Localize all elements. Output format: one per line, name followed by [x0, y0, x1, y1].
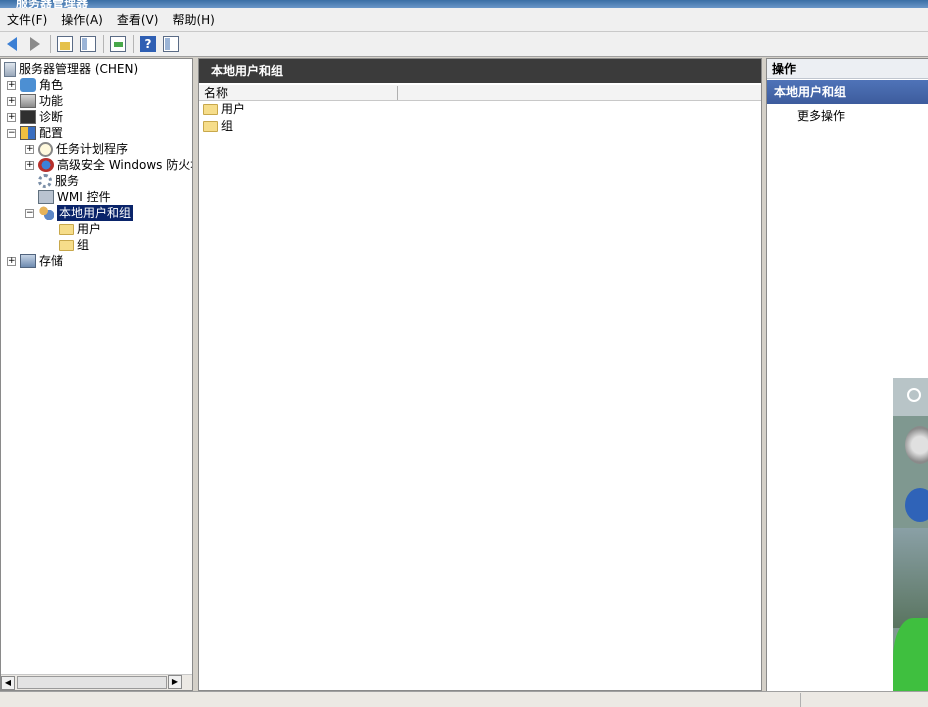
tree-item-label: 组	[77, 238, 90, 252]
expand-icon[interactable]: +	[7, 112, 16, 122]
help-button[interactable]: ?	[138, 34, 158, 54]
tree-item-label: 存储	[39, 254, 64, 268]
menu-view[interactable]: 查看(V)	[110, 9, 166, 31]
floating-widget[interactable]	[893, 378, 928, 707]
scroll-thumb[interactable]	[17, 676, 167, 689]
list-item[interactable]: 用户	[203, 101, 245, 118]
help-icon: ?	[140, 36, 156, 52]
tree-item-task-scheduler[interactable]: + 任务计划程序	[25, 141, 128, 157]
title-bar: 服务器管理器	[0, 0, 928, 8]
forward-button[interactable]	[25, 34, 45, 54]
services-gear-icon	[38, 174, 52, 188]
tree-item-local-users-groups[interactable]: − 本地用户和组	[25, 205, 134, 221]
folder-icon	[59, 239, 74, 251]
back-arrow-icon	[7, 37, 17, 51]
collapse-icon[interactable]: −	[25, 208, 34, 218]
scroll-right-button[interactable]: ▶	[168, 675, 182, 689]
more-actions-item[interactable]: 更多操作	[767, 104, 928, 128]
list-item[interactable]: 组	[203, 118, 233, 135]
diagnostics-icon	[20, 110, 36, 124]
roles-icon	[20, 78, 36, 92]
tree-item-label: 服务器管理器 (CHEN)	[19, 62, 139, 76]
logo-icon	[905, 488, 928, 522]
tree-item-label: 诊断	[39, 110, 64, 124]
tree-item-groups[interactable]: 组	[59, 237, 89, 253]
tree-item-label: 高级安全 Windows 防火墙	[57, 158, 193, 172]
tree-item-roles[interactable]: + 角色	[7, 77, 63, 93]
tree-item-label: 配置	[39, 126, 64, 140]
export-list-icon	[110, 36, 126, 52]
tree-item-label: 任务计划程序	[56, 142, 129, 156]
list-item-label: 组	[221, 119, 234, 133]
action-section-header[interactable]: 本地用户和组	[767, 80, 928, 104]
toolbar-separator	[133, 35, 134, 53]
export-list-button[interactable]	[108, 34, 128, 54]
folder-icon	[59, 223, 74, 235]
back-button[interactable]	[2, 34, 22, 54]
features-icon	[20, 94, 36, 108]
firewall-icon	[38, 158, 54, 172]
status-bar-panel	[800, 693, 928, 707]
up-folder-icon	[57, 36, 73, 52]
console-tree: 服务器管理器 (CHEN) + 角色 + 功能 + 诊断 − 配置 + 任务计划…	[0, 58, 193, 691]
tree-item-wmi[interactable]: WMI 控件	[25, 189, 111, 205]
tree-item-label-selected: 本地用户和组	[57, 205, 134, 221]
collapse-icon[interactable]: −	[7, 128, 16, 138]
show-hide-tree-button[interactable]	[78, 34, 98, 54]
menu-help[interactable]: 帮助(H)	[165, 9, 221, 31]
result-pane: 本地用户和组 名称 用户 组	[198, 58, 762, 691]
up-button[interactable]	[55, 34, 75, 54]
tree-item-label: 角色	[39, 78, 64, 92]
show-hide-action-pane-button[interactable]	[161, 34, 181, 54]
tree-item-services[interactable]: 服务	[25, 173, 79, 189]
widget-header	[893, 378, 928, 416]
result-pane-title: 本地用户和组	[199, 59, 761, 83]
toolbar-separator	[50, 35, 51, 53]
window-title: 服务器管理器	[16, 0, 89, 8]
tree-item-diagnostics[interactable]: + 诊断	[7, 109, 63, 125]
column-header: 名称	[199, 85, 761, 101]
storage-icon	[20, 254, 36, 268]
tree-item-firewall[interactable]: + 高级安全 Windows 防火墙	[25, 157, 193, 173]
search-icon[interactable]	[907, 388, 921, 402]
menu-bar: 文件(F) 操作(A) 查看(V) 帮助(H)	[0, 8, 928, 32]
wmi-control-icon	[38, 190, 54, 204]
list-item-label: 用户	[221, 102, 246, 116]
tree-item-users[interactable]: 用户	[59, 221, 101, 237]
tree-item-label: WMI 控件	[57, 190, 111, 204]
action-pane-icon	[163, 36, 179, 52]
tree-item-configuration[interactable]: − 配置	[7, 125, 63, 141]
clock-icon	[38, 141, 53, 157]
action-pane-title: 操作	[767, 59, 928, 79]
configuration-icon	[20, 126, 36, 140]
tree-item-storage[interactable]: + 存储	[7, 253, 63, 269]
tree-item-root[interactable]: 服务器管理器 (CHEN)	[4, 61, 138, 77]
users-group-icon	[38, 206, 54, 220]
column-header-name[interactable]: 名称	[204, 85, 228, 101]
background-photo	[893, 528, 928, 628]
server-icon	[4, 61, 16, 77]
menu-file[interactable]: 文件(F)	[0, 9, 54, 31]
horizontal-scrollbar[interactable]: ◀ ▶	[1, 674, 192, 690]
expand-icon[interactable]: +	[7, 256, 16, 266]
toolbar-separator	[103, 35, 104, 53]
expand-icon[interactable]: +	[7, 96, 16, 106]
folder-icon	[203, 104, 218, 115]
column-divider[interactable]	[397, 86, 398, 100]
expand-icon[interactable]: +	[25, 160, 34, 170]
tree-item-label: 功能	[39, 94, 64, 108]
show-hide-pane-icon	[80, 36, 96, 52]
scroll-left-button[interactable]: ◀	[1, 675, 15, 690]
expand-icon[interactable]: +	[7, 80, 16, 90]
tree-item-label: 用户	[77, 222, 102, 236]
status-bar	[0, 691, 928, 707]
tree-item-label: 服务	[55, 174, 80, 188]
tree-item-features[interactable]: + 功能	[7, 93, 63, 109]
folder-icon	[203, 121, 218, 132]
toolbar: ?	[0, 32, 928, 57]
avatar-image	[905, 426, 928, 464]
expand-icon[interactable]: +	[25, 144, 34, 154]
menu-action[interactable]: 操作(A)	[54, 9, 110, 31]
forward-arrow-icon	[30, 37, 40, 51]
